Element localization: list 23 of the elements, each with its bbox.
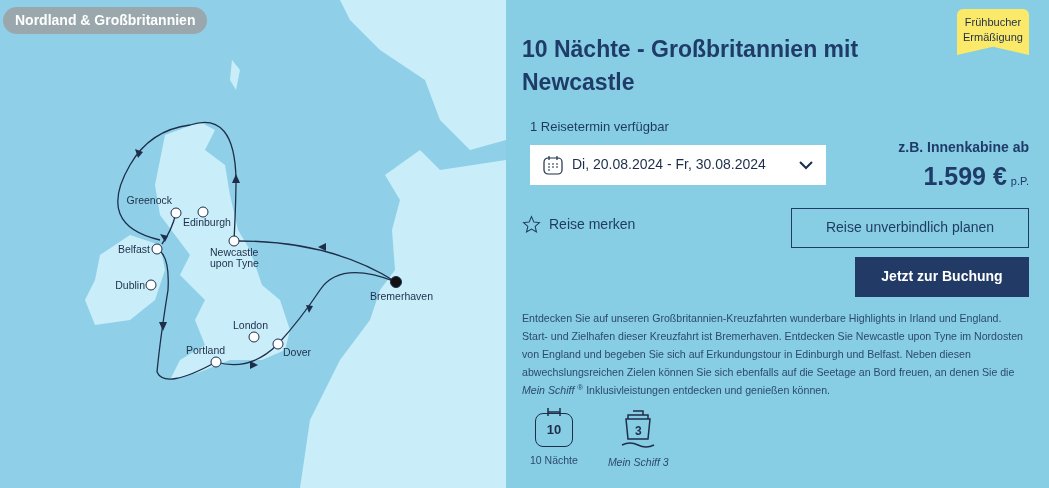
fact-label: 10 Nächte	[530, 452, 578, 468]
trip-title: 10 Nächte - Großbritannien mit Newcastle	[522, 35, 860, 97]
port-label: London	[233, 319, 269, 331]
region-badge: Nordland & Großbritannien	[3, 7, 208, 34]
price-unit: p.P.	[1010, 174, 1029, 189]
trip-description: Entdecken Sie auf unseren Großbritannien-Kreuzfahrten wunderbare Highlights in Irland und England. Start- und Zielhafen dieser Kreuzfahrt ist Bremerhaven. Entdecken Sie Newcastle upon Tyne im Nordosten von England und begeben Sie sich auf Erkundungstour in Edinburgh und Belfast. Neben diesen abwechslungsreichen Zielen können Sie sich ebenfalls auf die Seetage an Bord freuen, an denen Sie die Mein Schiff $^{®}$ Inklusivleistungen entdecken und genießen können.	[522, 310, 1024, 398]
port-label: Dover	[283, 346, 311, 358]
port-label: Greenock	[126, 194, 172, 206]
price-label: z.B. Innenkabine ab	[898, 138, 1029, 157]
port-label: Edinburgh	[183, 216, 231, 228]
port-label: Bremerhaven	[370, 290, 434, 302]
date-select[interactable]: Di, 20.08.2024 - Fr, 30.08.2024	[530, 144, 826, 185]
price: 1.599 €	[923, 161, 1007, 192]
port-label: Newcastle upon Tyne	[210, 246, 259, 269]
port-label: Portland	[186, 344, 226, 356]
fact-label: Mein Schiff 3	[607, 454, 669, 470]
port-label: Belfast	[117, 243, 150, 255]
port-label: Dublin	[115, 279, 145, 291]
early-booking-badge: Frühbucher Ermäßigung	[957, 9, 1029, 55]
bookmark-button[interactable]: Reise merken	[522, 213, 636, 235]
book-now-button[interactable]: Jetzt zur Buchung	[855, 256, 1029, 297]
dates-available-text: 1 Reisetermin verfügbar	[530, 118, 670, 136]
plan-trip-button[interactable]: Reise unverbindlich planen	[791, 207, 1029, 248]
